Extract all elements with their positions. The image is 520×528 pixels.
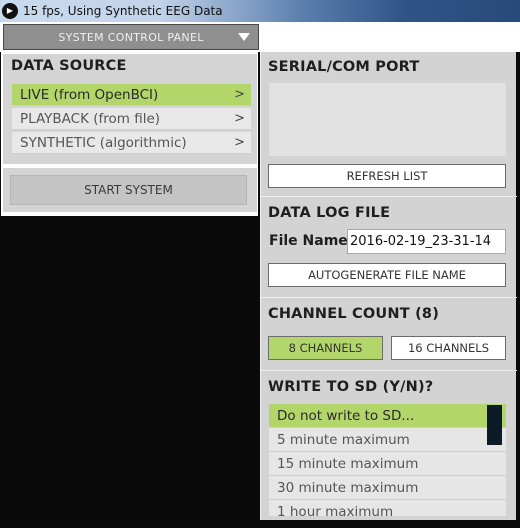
file-name-input[interactable]: [347, 229, 506, 254]
start-panel: START SYSTEM: [3, 168, 257, 212]
sd-option-label: 30 minute maximum: [277, 479, 419, 496]
sd-option-15-minute[interactable]: 15 minute maximum: [269, 452, 506, 476]
autogenerate-file-name-button[interactable]: AUTOGENERATE FILE NAME: [268, 263, 506, 287]
serial-port-title: SERIAL/COM PORT: [268, 59, 420, 75]
chevron-right-icon: >: [234, 111, 245, 126]
data-source-live-option[interactable]: LIVE (from OpenBCI) >: [12, 84, 251, 106]
data-source-title: DATA SOURCE: [11, 58, 127, 74]
data-source-playback-option[interactable]: PLAYBACK (from file) >: [12, 108, 251, 130]
16-channels-button[interactable]: 16 CHANNELS: [391, 336, 506, 360]
right-settings-panel: SERIAL/COM PORT REFRESH LIST DATA LOG FI…: [260, 52, 517, 520]
sd-option-label: 1 hour maximum: [277, 503, 394, 517]
triangle-down-icon: [238, 33, 250, 41]
sd-option-label: 5 minute maximum: [277, 431, 410, 448]
section-divider: [261, 297, 517, 298]
sd-option-1-hour[interactable]: 1 hour maximum: [269, 500, 506, 516]
file-name-label: File Name: [269, 233, 348, 249]
data-source-item-label: SYNTHETIC (algorithmic): [20, 134, 187, 151]
sd-option-label: Do not write to SD...: [277, 407, 415, 424]
8-channels-button[interactable]: 8 CHANNELS: [268, 336, 383, 360]
data-source-synthetic-option[interactable]: SYNTHETIC (algorithmic) >: [12, 132, 251, 154]
data-source-item-label: PLAYBACK (from file): [20, 110, 161, 127]
data-source-item-label: LIVE (from OpenBCI): [20, 86, 159, 103]
play-icon: ▶: [2, 3, 18, 19]
chevron-right-icon: >: [234, 87, 245, 102]
chevron-right-icon: >: [234, 135, 245, 150]
serial-port-list[interactable]: [269, 83, 506, 156]
channel-count-title: CHANNEL COUNT (8): [268, 306, 440, 322]
window-title: 15 fps, Using Synthetic EEG Data: [23, 4, 223, 18]
system-control-panel-button[interactable]: SYSTEM CONTROL PANEL: [3, 24, 259, 50]
data-source-panel: DATA SOURCE LIVE (from OpenBCI) > PLAYBA…: [3, 54, 257, 164]
write-to-sd-title: WRITE TO SD (Y/N)?: [268, 379, 434, 395]
sd-option-label: 15 minute maximum: [277, 455, 419, 472]
data-log-title: DATA LOG FILE: [268, 205, 391, 221]
system-control-panel-label: SYSTEM CONTROL PANEL: [58, 30, 204, 44]
section-divider: [261, 196, 517, 197]
sd-list-scrollbar[interactable]: [487, 405, 502, 445]
sd-options-list: Do not write to SD... 5 minute maximum 1…: [261, 404, 517, 516]
section-divider: [261, 370, 517, 371]
refresh-list-button[interactable]: REFRESH LIST: [268, 164, 506, 188]
sd-option-5-minute[interactable]: 5 minute maximum: [269, 428, 506, 452]
sd-option-no-write[interactable]: Do not write to SD...: [269, 404, 506, 428]
sd-option-30-minute[interactable]: 30 minute maximum: [269, 476, 506, 500]
start-system-button[interactable]: START SYSTEM: [10, 175, 247, 205]
window-titlebar: ▶ 15 fps, Using Synthetic EEG Data: [0, 0, 520, 22]
